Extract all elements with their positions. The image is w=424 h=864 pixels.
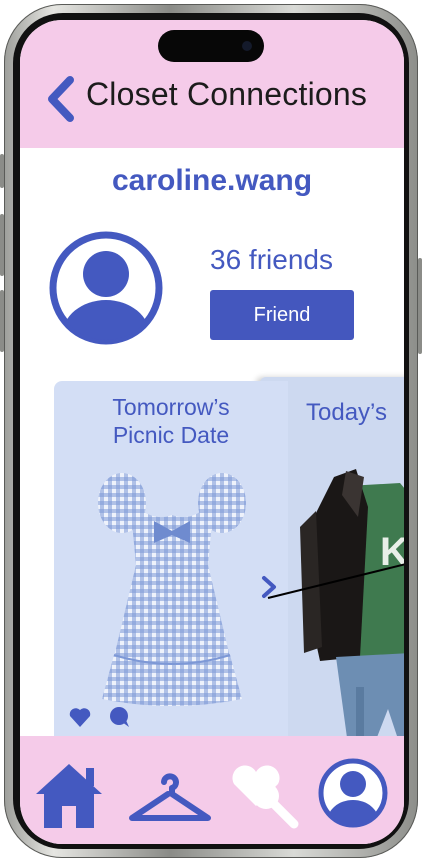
page-title: Closet Connections [86,76,368,112]
phone-volume-up-button [0,214,4,276]
phone-power-button [418,258,422,354]
heart-search-icon[interactable] [228,762,304,834]
phone-action-button [0,154,4,188]
profile-username: caroline.wang [111,164,313,197]
outfit-title-line-2: Picnic Date [112,422,230,448]
hanger-icon[interactable] [128,766,212,826]
app-screen: Closet Connections caroline.wang 36 frie… [20,20,404,844]
camera-icon [242,41,252,51]
outfit-title: Tomorrow’s Picnic Date [54,393,288,449]
user-avatar-icon [49,231,163,345]
phone-volume-down-button [0,290,4,352]
friends-count[interactable]: 36 friends [210,244,333,276]
outfit-card-picnic[interactable]: Tomorrow’s Picnic Date [54,381,288,753]
friend-button[interactable]: Friend [210,290,354,340]
heart-icon[interactable] [68,706,92,728]
outfit-title-line-1: Tomorrow’s [112,394,230,420]
bottom-tab-bar [20,736,404,844]
profile-icon[interactable] [318,758,388,828]
home-icon[interactable] [32,760,106,830]
gingham-dress-image [98,473,246,706]
chevron-left-icon[interactable] [44,76,76,122]
outfit-title: Today’s [306,399,387,426]
comment-icon[interactable] [108,706,130,728]
swipe-line [267,563,404,599]
dynamic-island [158,30,264,62]
